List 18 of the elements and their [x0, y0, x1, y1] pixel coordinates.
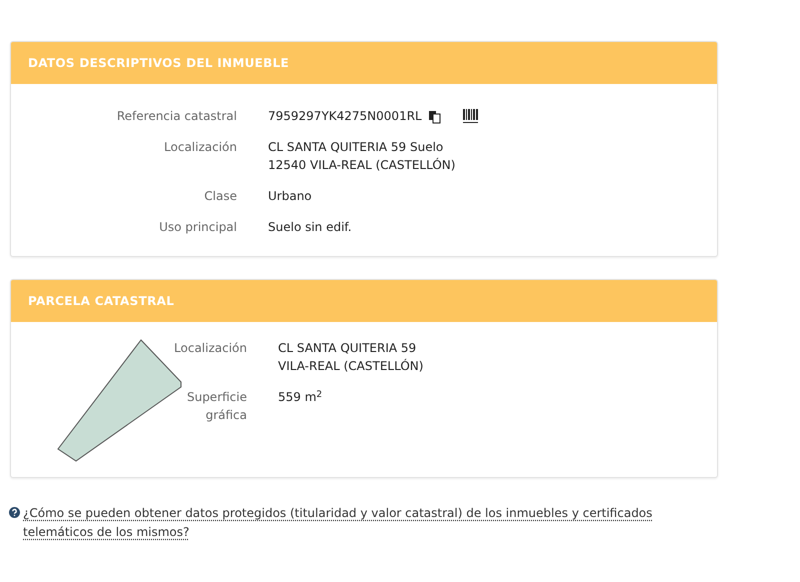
field-value: CL SANTA QUITERIA 59 Suelo 12540 VILA-REAL (CASTELLÓN)	[268, 139, 456, 174]
field-value: 559 m$^{2}$	[278, 388, 322, 406]
help-icon	[9, 507, 20, 518]
card-header: DATOS DESCRIPTIVOS DEL INMUEBLE	[11, 42, 717, 84]
field-value: 7959297YK4275N0001RL	[268, 108, 422, 125]
field-value: Urbano	[268, 188, 312, 205]
field-value: CL SANTA QUITERIA 59 VILA-REAL (CASTELLÓN)	[278, 340, 424, 375]
card-header: PARCELA CATASTRAL	[11, 280, 717, 322]
copy-icon[interactable]	[428, 110, 441, 124]
field-label: Referencia catastral	[116, 108, 237, 125]
field-label: Uso principal	[158, 219, 237, 236]
field-label: Clase	[203, 188, 237, 205]
field-label: Localización	[163, 139, 237, 156]
field-label: Superficie gráfica	[186, 389, 247, 424]
help-link[interactable]: ¿Cómo se pueden obtener datos protegidos (titularidad y valor catastral) de los inmuebles y certificados telemáticos de los mismos?	[23, 504, 699, 542]
field-label: Localización	[173, 340, 247, 357]
field-value: Suelo sin edif.	[268, 219, 352, 236]
barcode-icon[interactable]	[462, 109, 478, 124]
